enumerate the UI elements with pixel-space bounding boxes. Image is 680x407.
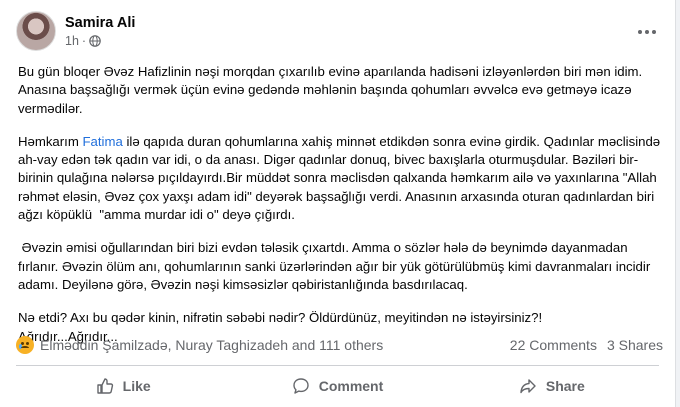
action-bar: Like Comment Share: [16, 369, 659, 403]
globe-icon[interactable]: [89, 34, 101, 47]
share-arrow-icon: [519, 377, 537, 395]
comment-bubble-icon: [292, 377, 310, 395]
more-options-icon[interactable]: [637, 22, 657, 40]
like-label: Like: [122, 378, 151, 394]
author-name[interactable]: Samira Ali: [65, 15, 135, 31]
paragraph-3: Əvəzin əmisi oğullarından biri bizi evdə…: [18, 240, 654, 292]
avatar[interactable]: [16, 11, 56, 51]
timestamp[interactable]: 1h: [65, 34, 79, 48]
divider: [16, 365, 659, 366]
paragraph-4-line-1: Nə etdi? Axı bu qədər kinin, nifrətin sə…: [18, 310, 543, 326]
share-button[interactable]: Share: [445, 369, 659, 403]
like-button[interactable]: Like: [16, 369, 230, 403]
share-label: Share: [545, 378, 585, 394]
comment-label: Comment: [318, 378, 384, 394]
post-body: Bu gün bloqer Əvəz Hafizlinin nəşi morqd…: [18, 63, 664, 346]
reactions-row: Elməddin Şamilzadə, Nuray Taghizadeh and…: [16, 334, 663, 356]
paragraph-2-start: Həmkarım: [18, 133, 83, 149]
paragraph-1: Bu gün bloqer Əvəz Hafizlinin nəşi morqd…: [18, 64, 646, 116]
timestamp-row: 1h ·: [65, 34, 135, 48]
thumbs-up-icon: [96, 377, 114, 395]
shares-count[interactable]: 3 Shares: [607, 337, 663, 353]
paragraph-2: Həmkarım Fatima ilə qapıda duran qohumla…: [18, 133, 664, 224]
sad-reaction-icon[interactable]: [16, 336, 34, 354]
separator-dot: ·: [81, 33, 87, 48]
post-card: Samira Ali 1h · Bu gün bloqer Əvəz Hafiz…: [0, 0, 676, 407]
reactors-summary[interactable]: Elməddin Şamilzadə, Nuray Taghizadeh and…: [40, 337, 383, 353]
comment-button[interactable]: Comment: [230, 369, 444, 403]
comments-count[interactable]: 22 Comments: [510, 337, 597, 353]
post-header: Samira Ali 1h ·: [16, 11, 135, 51]
engagement-counts: 22 Comments 3 Shares: [510, 337, 663, 353]
mention-link[interactable]: Fatima: [82, 134, 122, 149]
post-meta: Samira Ali 1h ·: [65, 15, 135, 48]
